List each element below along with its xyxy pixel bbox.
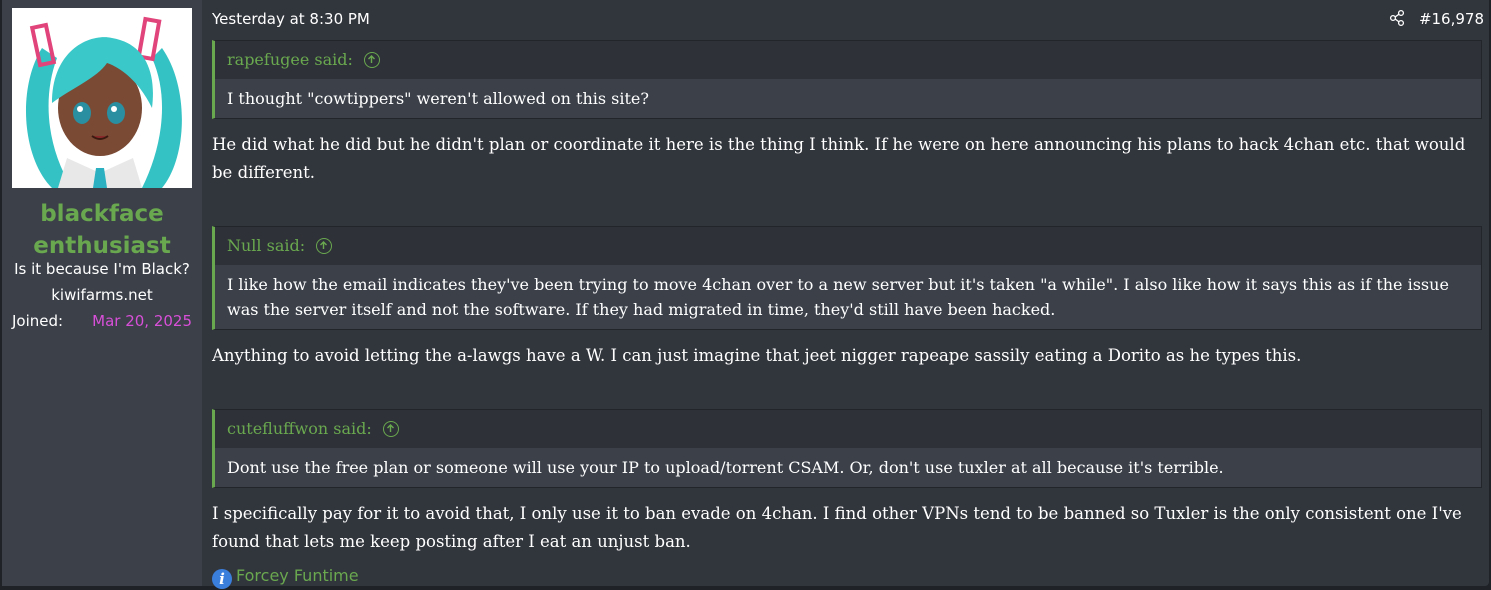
user-panel: blackface enthusiast Is it because I'm B… [2,0,202,586]
post-paragraph: He did what he did but he didn't plan or… [212,135,1466,182]
arrow-up-circle-icon[interactable] [363,52,380,68]
post-content: Yesterday at 8:30 PM #16,978 rapefugee s… [212,0,1484,589]
quote-author[interactable]: Null said: [227,236,305,255]
signature: i Forcey Funtime [212,566,359,589]
quote-author[interactable]: rapefugee said: [227,50,353,69]
post-timestamp[interactable]: Yesterday at 8:30 PM [212,10,370,28]
username-line-1[interactable]: blackface [2,198,202,230]
quote-block: rapefugee said: I thought "cowtippers" w… [212,40,1482,119]
joined-label: Joined: [12,312,64,330]
avatar-image [12,8,192,188]
user-site: kiwifarms.net [51,286,153,304]
quote-header[interactable]: Null said: [215,227,1481,265]
avatar[interactable] [12,8,192,188]
quote-body: Dont use the free plan or someone will u… [215,448,1481,487]
arrow-up-circle-icon[interactable] [382,421,399,437]
quote-author[interactable]: cutefluffwon said: [227,419,372,438]
signature-text[interactable]: Forcey Funtime [236,566,359,585]
user-title: Is it because I'm Black? [14,260,190,278]
quote-header[interactable]: cutefluffwon said: [215,410,1481,448]
username[interactable]: blackface enthusiast [2,198,202,262]
forum-post: blackface enthusiast Is it because I'm B… [2,0,1489,589]
post-paragraph: I specifically pay for it to avoid that,… [212,504,1462,551]
quote-body: I like how the email indicates they've b… [215,265,1481,329]
share-icon[interactable] [1388,9,1406,27]
quote-body: I thought "cowtippers" weren't allowed o… [215,79,1481,118]
arrow-up-circle-icon[interactable] [316,238,333,254]
post-number[interactable]: #16,978 [1419,10,1484,28]
username-line-2[interactable]: enthusiast [2,230,202,262]
quote-header[interactable]: rapefugee said: [215,41,1481,79]
post-paragraph: Anything to avoid letting the a-lawgs ha… [212,346,1302,365]
quote-block: cutefluffwon said: Dont use the free pla… [212,409,1482,488]
joined-date: Mar 20, 2025 [92,312,192,330]
info-icon: i [212,569,232,589]
quote-block: Null said: I like how the email indicate… [212,226,1482,330]
